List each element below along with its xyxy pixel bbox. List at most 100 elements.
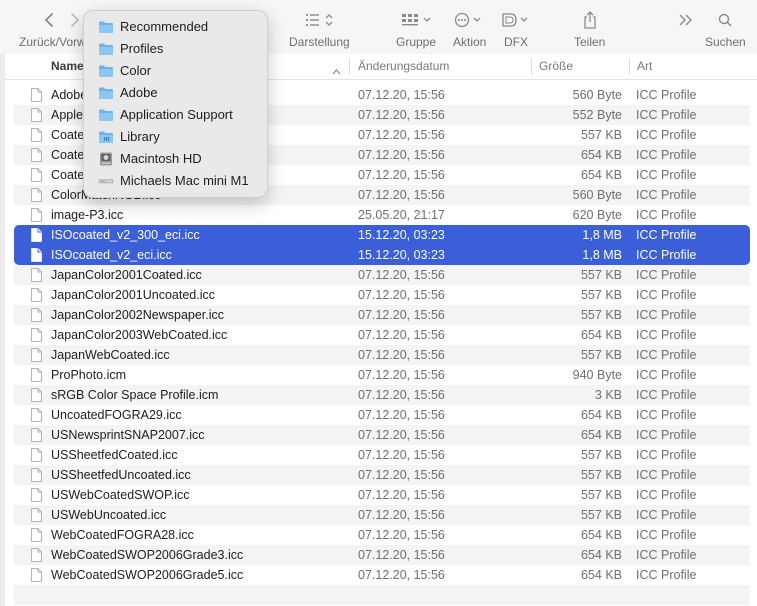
file-date: 07.12.20, 15:56 [358, 168, 445, 182]
file-date: 07.12.20, 15:56 [358, 88, 445, 102]
file-row[interactable]: USSheetfedCoated.icc 07.12.20, 15:56 557 K… [14, 445, 750, 465]
column-divider[interactable] [349, 58, 350, 75]
file-row[interactable]: USWebCoatedSWOP.icc 07.12.20, 15:56 557 KB… [14, 485, 750, 505]
more-toolbar-items[interactable] [674, 0, 698, 54]
path-menu-item-label: Recommended [120, 19, 209, 34]
share-control[interactable]: Teilen [572, 0, 608, 54]
column-name[interactable]: Name [51, 54, 84, 79]
file-size: 654 KB [580, 548, 622, 562]
file-size: 552 Byte [572, 108, 622, 122]
file-name: UncoatedFOGRA29.icc [51, 408, 182, 422]
document-icon [31, 448, 42, 462]
path-menu-item-label: Macintosh HD [120, 151, 202, 166]
path-menu-item[interactable]: Color [84, 60, 267, 82]
document-icon [31, 268, 42, 282]
file-row[interactable]: ProPhoto.icm 07.12.20, 15:56 940 Byte ICC P… [14, 365, 750, 385]
file-row[interactable]: JapanWebCoated.icc 07.12.20, 15:56 557 KB I… [14, 345, 750, 365]
file-name: USSheetfedCoated.icc [51, 448, 178, 462]
path-menu-item[interactable]: Michaels Mac mini M1 [84, 170, 267, 192]
document-icon [31, 428, 42, 442]
file-date: 07.12.20, 15:56 [358, 348, 445, 362]
file-row[interactable]: JapanColor2001Uncoated.icc 07.12.20, 15:5… [14, 285, 750, 305]
file-row[interactable]: JapanColor2002Newspaper.icc 07.12.20, 15:… [14, 305, 750, 325]
sort-ascending-icon[interactable] [332, 62, 341, 80]
folder-icon [98, 63, 114, 79]
file-name: ISOcoated_v2_300_eci.icc [51, 228, 200, 242]
hard-drive-icon [98, 151, 114, 167]
path-menu-item[interactable]: Recommended [84, 16, 267, 38]
file-row[interactable]: UncoatedFOGRA29.icc 07.12.20, 15:56 654 KB… [14, 405, 750, 425]
file-row[interactable]: USNewsprintSNAP2007.icc 07.12.20, 15:56 65… [14, 425, 750, 445]
file-date: 15.12.20, 03:23 [358, 248, 445, 262]
document-icon [31, 88, 42, 102]
file-row[interactable]: WebCoatedSWOP2006Grade5.icc 07.12.20, 15:… [14, 565, 750, 585]
file-row[interactable]: JapanColor2003WebCoated.icc 07.12.20, 15:… [14, 325, 750, 345]
file-date: 07.12.20, 15:56 [358, 408, 445, 422]
file-row[interactable]: sRGB Color Space Profile.icm 07.12.20, 15… [14, 385, 750, 405]
file-size: 557 KB [580, 448, 622, 462]
path-menu-item-label: Library [120, 129, 160, 144]
back-forward-control[interactable]: Zurück/Vorwärts [14, 0, 106, 54]
file-date: 07.12.20, 15:56 [358, 528, 445, 542]
file-date: 07.12.20, 15:56 [358, 488, 445, 502]
path-menu-item[interactable]: Adobe [84, 82, 267, 104]
search-control[interactable]: Suchen [703, 0, 751, 54]
file-kind: ICC Profile [636, 268, 697, 282]
file-kind: ICC Profile [636, 188, 697, 202]
back-chevron-icon[interactable] [42, 10, 56, 30]
file-row[interactable]: WebCoatedSWOP2006Grade3.icc 07.12.20, 15:… [14, 545, 750, 565]
file-kind: ICC Profile [636, 548, 697, 562]
column-kind[interactable]: Art [637, 54, 652, 79]
dfx-icon [500, 10, 532, 30]
file-kind: ICC Profile [636, 288, 697, 302]
file-kind: ICC Profile [636, 108, 697, 122]
path-menu-item[interactable]: Library [84, 126, 267, 148]
document-icon [31, 148, 42, 162]
file-size: 557 KB [580, 508, 622, 522]
group-control[interactable]: Gruppe [392, 0, 440, 54]
file-name: USWebCoatedSWOP.icc [51, 488, 190, 502]
file-name: Coate [51, 168, 85, 182]
path-menu-item-label: Adobe [120, 85, 158, 100]
document-icon [31, 488, 42, 502]
file-kind: ICC Profile [636, 328, 697, 342]
forward-chevron-icon[interactable] [68, 10, 82, 30]
dfx-control[interactable]: DFX [498, 0, 534, 54]
file-row[interactable]: ISOcoated_v2_300_eci.icc 15.12.20, 03:23 1… [14, 225, 750, 245]
file-date: 07.12.20, 15:56 [358, 448, 445, 462]
path-menu-item[interactable]: Application Support [84, 104, 267, 126]
file-kind: ICC Profile [636, 308, 697, 322]
file-kind: ICC Profile [636, 568, 697, 582]
path-menu-item[interactable]: Profiles [84, 38, 267, 60]
action-control[interactable]: Aktion [449, 0, 489, 54]
document-icon [31, 108, 42, 122]
column-date[interactable]: Änderungsdatum [358, 54, 449, 79]
file-row[interactable]: ISOcoated_v2_eci.icc 15.12.20, 03:23 1,8 M… [14, 245, 750, 265]
empty-row [14, 585, 750, 605]
file-row[interactable]: USSheetfedUncoated.icc 07.12.20, 15:56 557… [14, 465, 750, 485]
document-icon [31, 348, 42, 362]
file-size: 557 KB [580, 288, 622, 302]
file-row[interactable]: JapanColor2001Coated.icc 07.12.20, 15:56 5… [14, 265, 750, 285]
file-size: 557 KB [580, 308, 622, 322]
file-kind: ICC Profile [636, 128, 697, 142]
file-kind: ICC Profile [636, 348, 697, 362]
file-row[interactable]: USWebUncoated.icc 07.12.20, 15:56 557 KB IC… [14, 505, 750, 525]
column-size[interactable]: Größe [539, 54, 573, 79]
file-row[interactable]: WebCoatedFOGRA28.icc 07.12.20, 15:56 654 K… [14, 525, 750, 545]
dfx-label: DFX [504, 35, 528, 49]
file-kind: ICC Profile [636, 148, 697, 162]
path-popup-menu: Recommended Profiles Color Adobe Application… [83, 10, 268, 198]
view-mode-control[interactable]: Darstellung [286, 0, 352, 54]
column-divider[interactable] [531, 58, 532, 75]
path-menu-item[interactable]: Macintosh HD [84, 148, 267, 170]
file-size: 557 KB [580, 348, 622, 362]
document-icon [31, 368, 42, 382]
file-size: 557 KB [580, 268, 622, 282]
file-row[interactable]: image-P3.icc 25.05.20, 21:17 620 Byte ICC P… [14, 205, 750, 225]
document-icon [31, 508, 42, 522]
path-menu-item-label: Profiles [120, 41, 164, 56]
search-icon [717, 10, 733, 30]
column-divider[interactable] [629, 58, 630, 75]
file-kind: ICC Profile [636, 488, 697, 502]
